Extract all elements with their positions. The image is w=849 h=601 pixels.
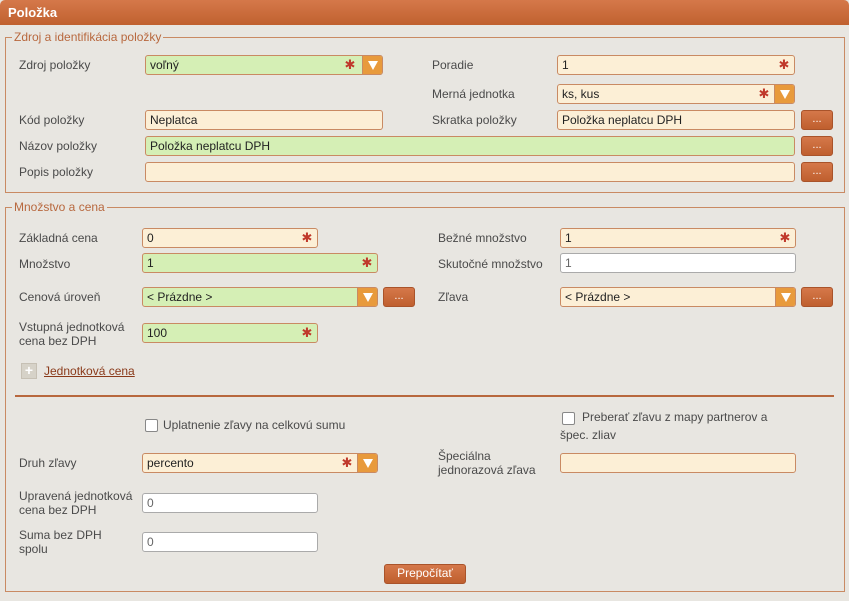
skutocne-label: Skutočné množstvo	[438, 257, 543, 271]
required-asterisk-icon: ✱	[341, 455, 353, 470]
required-asterisk-icon: ✱	[779, 230, 791, 245]
section-zdroj-legend: Zdroj a identifikácia položky	[12, 30, 164, 44]
required-asterisk-icon: ✱	[758, 86, 770, 101]
cenova-select[interactable]: < Prázdne >	[142, 287, 378, 307]
zakladna-value: 0	[147, 231, 154, 245]
required-asterisk-icon: ✱	[301, 325, 313, 340]
nazov-input[interactable]: Položka neplatcu DPH	[145, 136, 795, 156]
skratka-input[interactable]: Položka neplatcu DPH	[557, 110, 795, 130]
upravena-label-line1: Upravená jednotková	[19, 489, 133, 503]
merna-value: ks, kus	[562, 87, 600, 101]
mnozstvo-label: Množstvo	[19, 257, 71, 271]
uplatnenie-checkbox[interactable]	[145, 419, 158, 432]
specialna-input[interactable]	[560, 453, 796, 473]
cenova-label: Cenová úroveň	[19, 290, 101, 304]
cenova-value: < Prázdne >	[147, 290, 213, 304]
chevron-down-icon[interactable]	[357, 288, 377, 306]
chevron-down-icon[interactable]	[357, 454, 377, 472]
vstupna-value: 100	[147, 326, 168, 340]
mnozstvo-input[interactable]: 1 ✱	[142, 253, 378, 273]
popis-input[interactable]	[145, 162, 795, 182]
section-mnozstvo-legend: Množstvo a cena	[12, 200, 107, 214]
druh-select[interactable]: percento ✱	[142, 453, 378, 473]
divider	[15, 395, 834, 397]
nazov-label: Názov položky	[19, 139, 98, 153]
zakladna-label: Základná cena	[19, 231, 98, 245]
zdroj-select[interactable]: voľný ✱	[145, 55, 383, 75]
skutocne-input[interactable]: 1	[560, 253, 796, 273]
preberat-checkbox[interactable]	[562, 412, 575, 425]
bezne-label: Bežné množstvo	[438, 231, 527, 245]
jednotkova-cena-link[interactable]: Jednotková cena	[44, 364, 135, 378]
kod-value: Neplatca	[150, 113, 198, 127]
bezne-input[interactable]: 1 ✱	[560, 228, 796, 248]
prepocitat-button[interactable]: Prepočítať	[384, 564, 466, 584]
preberat-label-line1: Preberať zľavu z mapy partnerov a	[582, 410, 768, 424]
upravena-value: 0	[147, 496, 154, 510]
suma-label-line1: Suma bez DPH	[19, 528, 102, 542]
popis-browse-button[interactable]: ...	[801, 162, 833, 182]
specialna-label-line1: Špeciálna	[438, 449, 491, 463]
required-asterisk-icon: ✱	[301, 230, 313, 245]
druh-label: Druh zľavy	[19, 456, 77, 470]
plus-icon[interactable]: +	[21, 363, 37, 379]
required-asterisk-icon: ✱	[361, 255, 373, 270]
merna-select[interactable]: ks, kus ✱	[557, 84, 795, 104]
chevron-down-icon[interactable]	[774, 85, 794, 103]
druh-value: percento	[147, 456, 194, 470]
vstupna-label-line2: cena bez DPH	[19, 334, 97, 348]
zdroj-label: Zdroj položky	[19, 58, 91, 72]
mnozstvo-value: 1	[147, 256, 154, 270]
suma-input[interactable]: 0	[142, 532, 318, 552]
poradie-label: Poradie	[432, 58, 474, 72]
zlava-value: < Prázdne >	[565, 290, 631, 304]
popis-label: Popis položky	[19, 165, 94, 179]
cenova-browse-button[interactable]: ...	[383, 287, 415, 307]
skratka-label: Skratka položky	[432, 113, 517, 127]
skratka-value: Položka neplatcu DPH	[562, 113, 683, 127]
skratka-browse-button[interactable]: ...	[801, 110, 833, 130]
kod-label: Kód položky	[19, 113, 85, 127]
kod-input[interactable]: Neplatca	[145, 110, 383, 130]
preberat-label-line2: špec. zliav	[560, 428, 617, 442]
vstupna-label-line1: Vstupná jednotková	[19, 320, 125, 334]
chevron-down-icon[interactable]	[362, 56, 382, 74]
uplatnenie-label: Uplatnenie zľavy na celkovú sumu	[163, 418, 346, 432]
zdroj-value: voľný	[150, 58, 179, 72]
vstupna-input[interactable]: 100 ✱	[142, 323, 318, 343]
zlava-browse-button[interactable]: ...	[801, 287, 833, 307]
poradie-input[interactable]: 1 ✱	[557, 55, 795, 75]
required-asterisk-icon: ✱	[344, 57, 356, 72]
nazov-browse-button[interactable]: ...	[801, 136, 833, 156]
zakladna-input[interactable]: 0 ✱	[142, 228, 318, 248]
merna-label: Merná jednotka	[432, 87, 515, 101]
specialna-label-line2: jednorazová zľava	[438, 463, 536, 477]
suma-value: 0	[147, 535, 154, 549]
poradie-value: 1	[562, 58, 569, 72]
suma-label-line2: spolu	[19, 542, 48, 556]
skutocne-value: 1	[565, 256, 572, 270]
zlava-label: Zľava	[438, 290, 469, 304]
required-asterisk-icon: ✱	[778, 57, 790, 72]
chevron-down-icon[interactable]	[775, 288, 795, 306]
window-title: Položka	[0, 0, 849, 25]
zlava-select[interactable]: < Prázdne >	[560, 287, 796, 307]
nazov-value: Položka neplatcu DPH	[150, 139, 271, 153]
upravena-label-line2: cena bez DPH	[19, 503, 97, 517]
bezne-value: 1	[565, 231, 572, 245]
upravena-input[interactable]: 0	[142, 493, 318, 513]
